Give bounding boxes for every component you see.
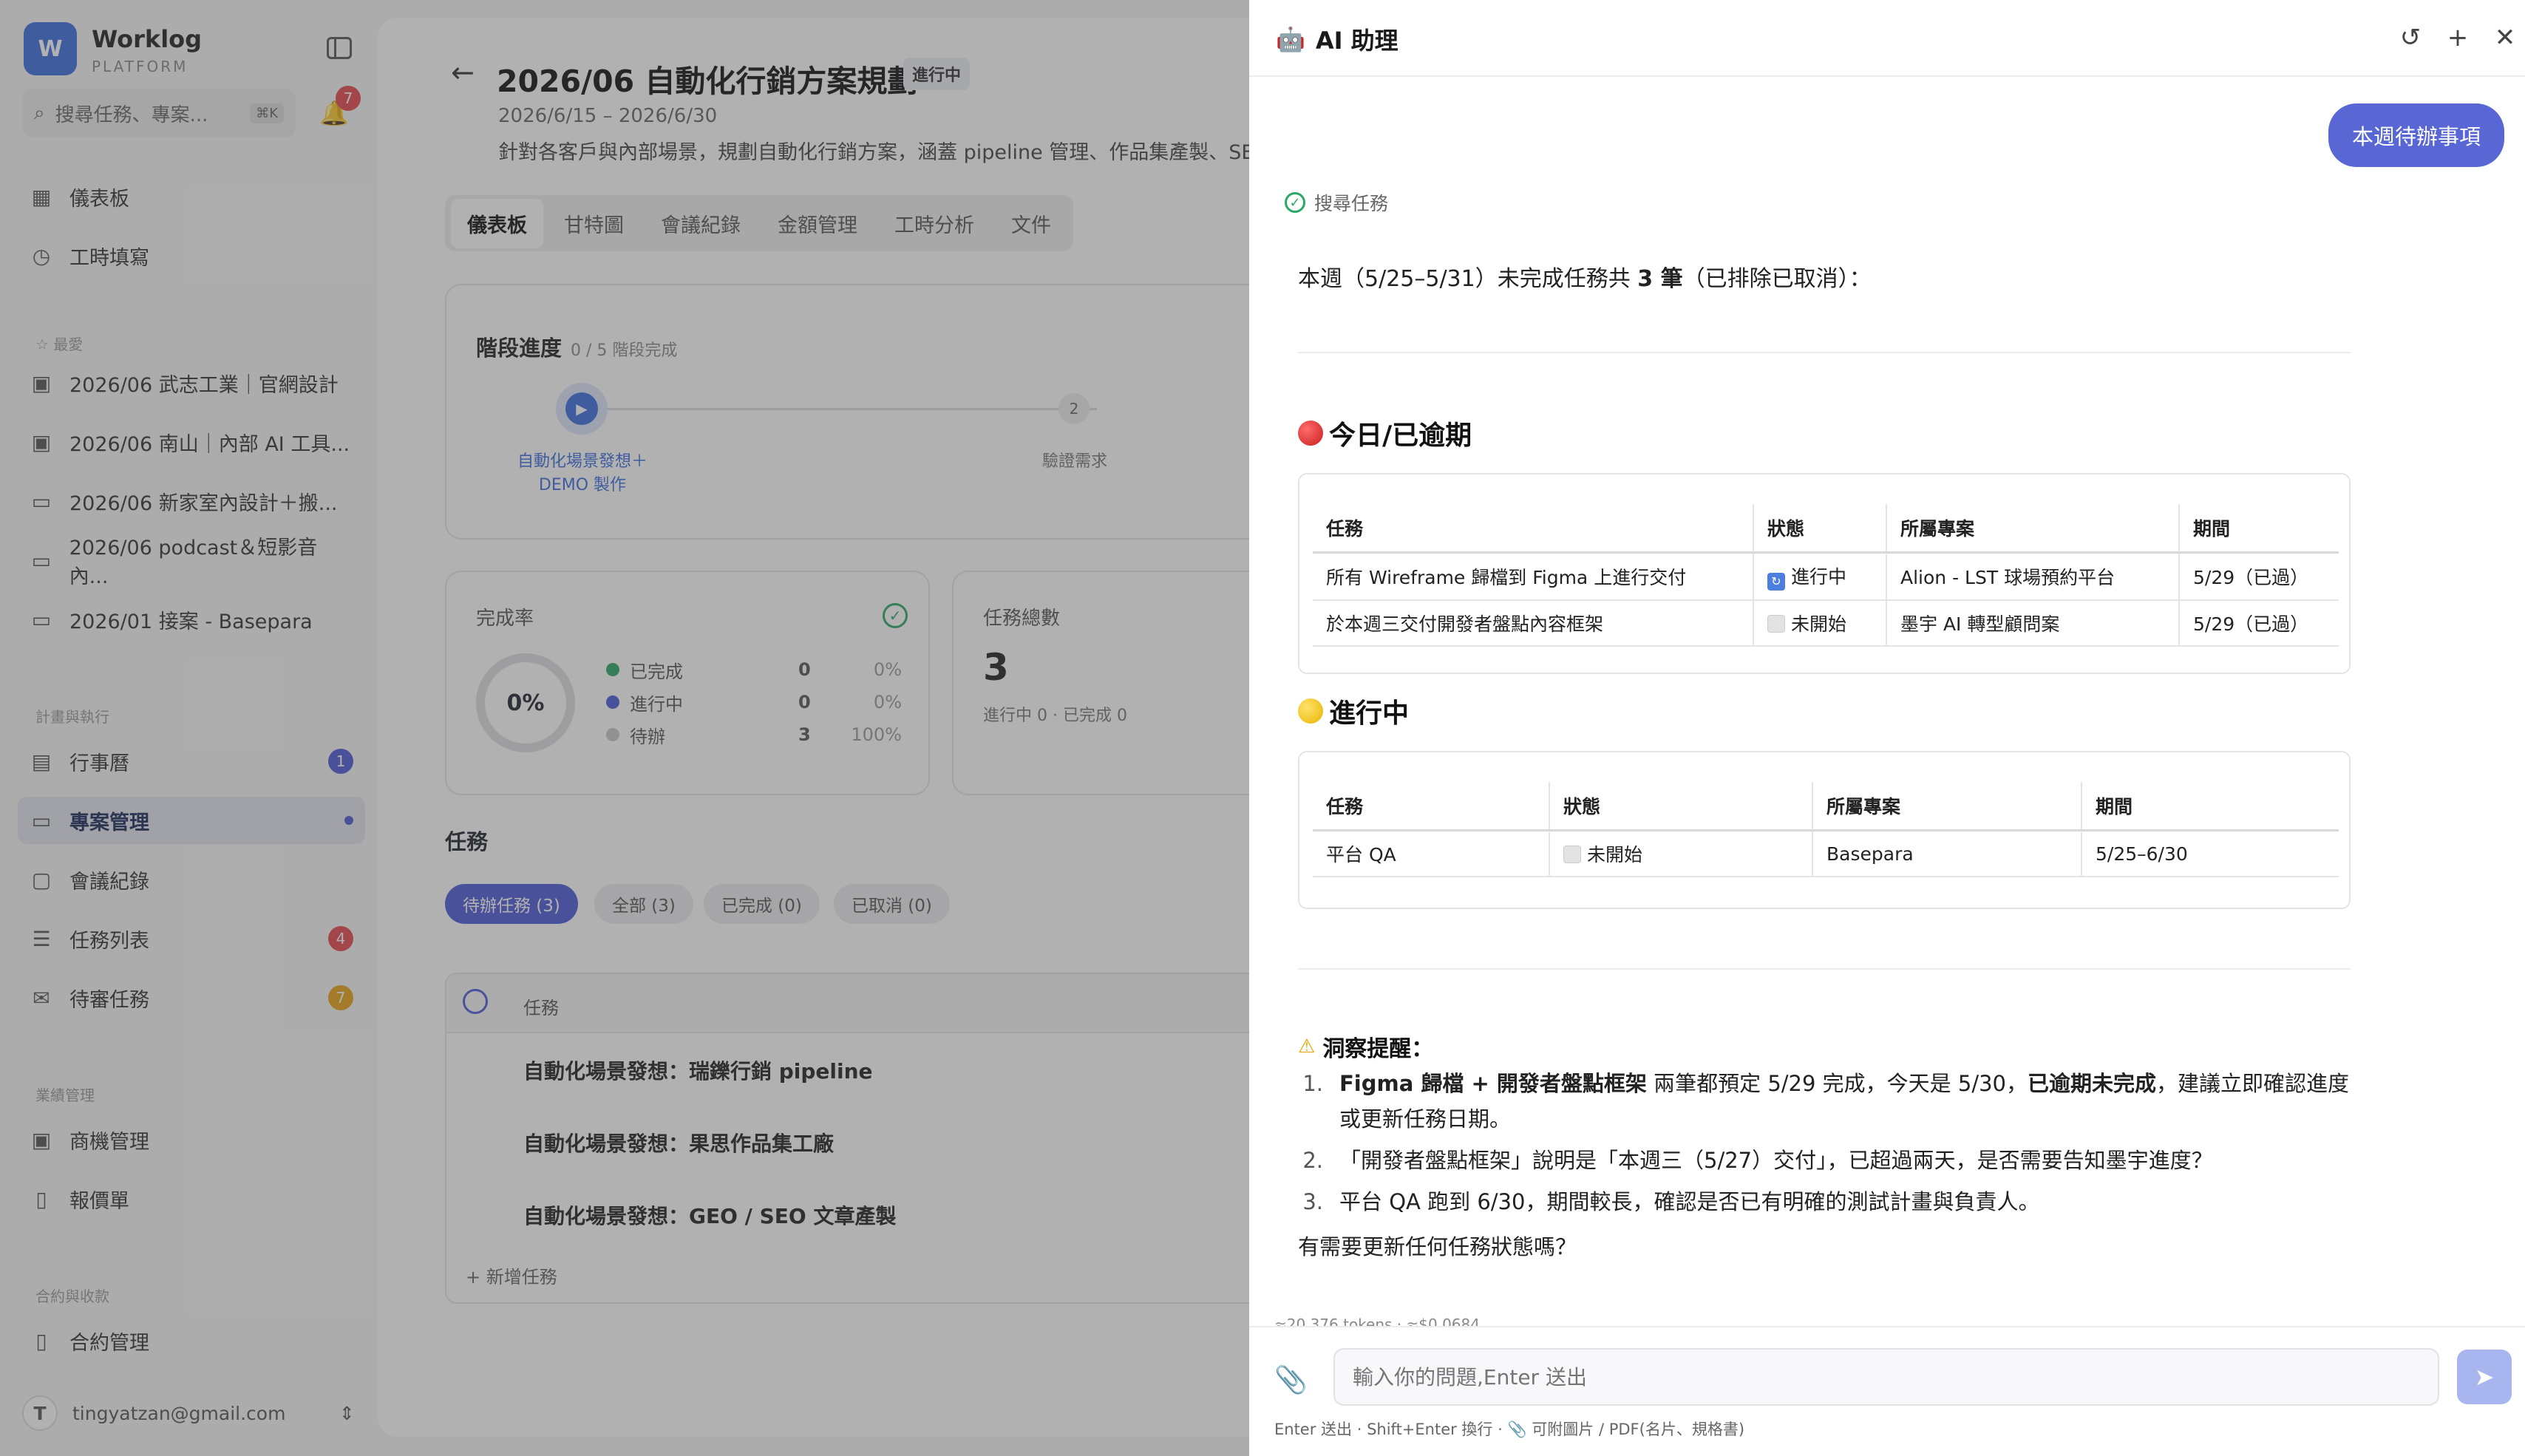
section-overdue-heading: 今日/已逾期 — [1298, 414, 1472, 452]
tool-call-status: ✓ 搜尋任務 — [1285, 189, 1388, 216]
table-row: 於本週三交付開發者盤點內容框架 未開始 墨宇 AI 轉型顧問案 5/29（已過） — [1313, 600, 2339, 647]
section-progress-title: 進行中 — [1329, 698, 1410, 729]
overdue-table-card: 任務 狀態 所屬專案 期間 所有 Wireframe 歸檔到 Figma 上進行… — [1298, 473, 2351, 674]
red-circle-icon — [1298, 421, 1323, 446]
list-number: 3. — [1302, 1189, 1323, 1214]
list-text: 「開發者盤點框架」說明是「本週三（5/27）交付」，已超過兩天，是否需要告知墨宇… — [1339, 1148, 2213, 1173]
send-button[interactable]: ➤ — [2457, 1350, 2512, 1404]
col-task: 任務 — [1313, 504, 1754, 554]
cell-status: ↻ 進行中 — [1753, 552, 1887, 601]
list-item: 3. 平台 QA 跑到 6/30，期間較長，確認是否已有明確的測試計畫與負責人。 — [1298, 1184, 2362, 1219]
bold-text: Figma 歸檔 + 開發者盤點框架 — [1339, 1071, 1647, 1096]
section-progress-heading: 進行中 — [1298, 692, 1409, 730]
col-project: 所屬專案 — [1812, 782, 2082, 831]
chat-composer: 📎 ➤ Enter 送出 · Shift+Enter 換行 · 📎 可附圖片 /… — [1249, 1326, 2525, 1456]
status-text: 未開始 — [1587, 844, 1643, 865]
cell-status: 未開始 — [1753, 600, 1887, 647]
close-icon[interactable]: ✕ — [2488, 21, 2522, 55]
col-period: 期間 — [2179, 504, 2339, 554]
chat-messages[interactable]: 本週待辦事項 ✓ 搜尋任務 本週（5/25–5/31）未完成任務共 3 筆（已排除… — [1249, 77, 2525, 1326]
cell-period: 5/29（已過） — [2179, 600, 2339, 647]
status-text: 未開始 — [1791, 613, 1847, 635]
assistant-intro: 本週（5/25–5/31）未完成任務共 3 筆（已排除已取消）： — [1298, 260, 1872, 293]
col-status: 狀態 — [1549, 782, 1813, 831]
intro-text: 本週（5/25–5/31）未完成任務共 — [1298, 266, 1638, 292]
panel-title-text: AI 助理 — [1315, 27, 1399, 55]
cell-project: 墨宇 AI 轉型顧問案 — [1886, 600, 2180, 647]
table-row: 所有 Wireframe 歸檔到 Figma 上進行交付 ↻ 進行中 Alion … — [1313, 552, 2339, 601]
col-task: 任務 — [1313, 782, 1550, 831]
status-text: 進行中 — [1791, 566, 1847, 588]
intro-suffix: （已排除已取消）： — [1682, 266, 1872, 292]
col-status: 狀態 — [1753, 504, 1887, 554]
section-overdue-title: 今日/已逾期 — [1329, 421, 1472, 451]
cell-period: 5/29（已過） — [2179, 552, 2339, 601]
new-chat-icon[interactable]: + — [2441, 21, 2475, 55]
check-circle-icon: ✓ — [1285, 192, 1305, 213]
col-period: 期間 — [2081, 782, 2339, 831]
cell-period: 5/25–6/30 — [2081, 830, 2339, 877]
refresh-icon: ↻ — [1767, 573, 1785, 591]
intro-count: 3 筆 — [1637, 266, 1683, 292]
cell-task: 於本週三交付開發者盤點內容框架 — [1313, 600, 1754, 647]
insight-title: 洞察提醒： — [1322, 1036, 1434, 1062]
cell-status: 未開始 — [1549, 830, 1813, 877]
cell-task: 所有 Wireframe 歸檔到 Figma 上進行交付 — [1313, 552, 1754, 601]
plain-text: 兩筆都預定 5/29 完成，今天是 5/30， — [1646, 1071, 2028, 1096]
square-icon — [1563, 846, 1581, 863]
app-root: W Worklog PLATFORM ⌕ 搜尋任務、專案... ⌘K 🔔 7 ▦ 儀… — [0, 0, 2525, 1456]
yellow-circle-icon — [1298, 698, 1323, 724]
overdue-table: 任務 狀態 所屬專案 期間 所有 Wireframe 歸檔到 Figma 上進行… — [1313, 504, 2339, 647]
panel-header: 🤖 AI 助理 ↺ + ✕ — [1249, 0, 2525, 77]
warning-icon: ⚠ — [1298, 1035, 1316, 1058]
cell-project: Basepara — [1812, 830, 2082, 877]
tool-label: 搜尋任務 — [1314, 193, 1389, 214]
token-usage: ≈20,376 tokens · ≈$0.0684 — [1274, 1316, 1480, 1326]
send-icon: ➤ — [2474, 1363, 2495, 1391]
list-item: 1. Figma 歸檔 + 開發者盤點框架 兩筆都預定 5/29 完成，今天是 5… — [1298, 1066, 2362, 1137]
history-icon[interactable]: ↺ — [2393, 21, 2427, 55]
progress-table-card: 任務 狀態 所屬專案 期間 平台 QA 未開始 Basepara 5/25–6/… — [1298, 751, 2351, 909]
table-row: 平台 QA 未開始 Basepara 5/25–6/30 — [1313, 830, 2339, 877]
robot-icon: 🤖 — [1276, 25, 1305, 53]
assistant-question: 有需要更新任何任務狀態嗎？ — [1298, 1234, 1577, 1259]
cell-project: Alion - LST 球場預約平台 — [1886, 552, 2180, 601]
cell-task: 平台 QA — [1313, 830, 1550, 877]
divider — [1298, 352, 2351, 353]
user-message: 本週待辦事項 — [2328, 103, 2504, 167]
composer-hint: Enter 送出 · Shift+Enter 換行 · 📎 可附圖片 / PDF… — [1274, 1421, 1745, 1438]
progress-table: 任務 狀態 所屬專案 期間 平台 QA 未開始 Basepara 5/25–6/… — [1313, 782, 2339, 877]
insight-list: 1. Figma 歸檔 + 開發者盤點框架 兩筆都預定 5/29 完成，今天是 5… — [1298, 1066, 2362, 1225]
list-item: 2. 「開發者盤點框架」說明是「本週三（5/27）交付」，已超過兩天，是否需要告知… — [1298, 1143, 2362, 1178]
divider — [1298, 968, 2351, 970]
insight-heading: ⚠ 洞察提醒： — [1298, 1030, 1433, 1063]
list-text: Figma 歸檔 + 開發者盤點框架 兩筆都預定 5/29 完成，今天是 5/3… — [1339, 1066, 2362, 1137]
list-number: 1. — [1302, 1071, 1323, 1096]
list-number: 2. — [1302, 1148, 1323, 1173]
bold-text: 已逾期未完成 — [2028, 1071, 2157, 1096]
ai-assistant-panel: 🤖 AI 助理 ↺ + ✕ 本週待辦事項 ✓ 搜尋任務 本週（5/25–5/31）未… — [1249, 0, 2525, 1456]
chat-input[interactable] — [1333, 1348, 2439, 1406]
paperclip-icon[interactable]: 📎 — [1274, 1364, 1308, 1395]
square-icon — [1767, 615, 1785, 633]
list-text: 平台 QA 跑到 6/30，期間較長，確認是否已有明確的測試計畫與負責人。 — [1339, 1189, 2040, 1214]
col-project: 所屬專案 — [1886, 504, 2180, 554]
modal-backdrop[interactable] — [0, 0, 1249, 1456]
panel-title: 🤖 AI 助理 — [1276, 22, 1399, 56]
